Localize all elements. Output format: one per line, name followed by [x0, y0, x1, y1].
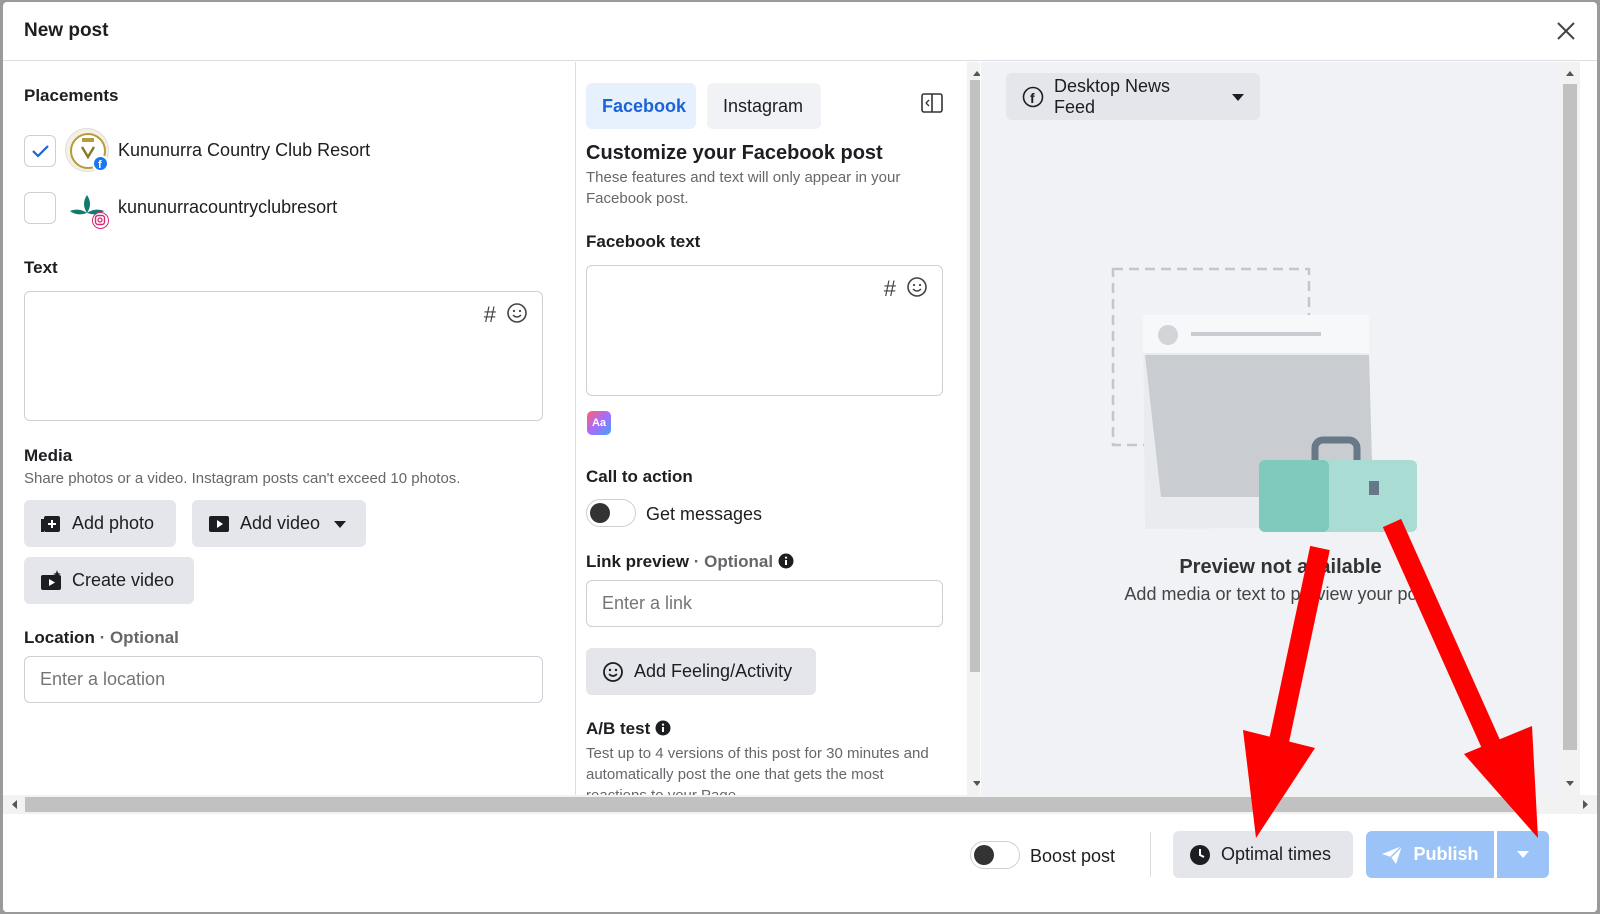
split-view-icon[interactable] [921, 93, 943, 118]
facebook-text-area[interactable]: # [586, 265, 943, 396]
placements-title: Placements [24, 86, 119, 105]
placement-facebook-checkbox[interactable] [24, 135, 56, 167]
footer-divider [1150, 832, 1151, 877]
ab-test-label: A/B test [586, 719, 651, 738]
customize-title: Customize your Facebook post [586, 142, 883, 164]
tab-instagram[interactable]: Instagram [707, 83, 821, 129]
boost-post-toggle[interactable] [970, 841, 1020, 869]
post-text-area[interactable]: # [24, 291, 543, 421]
publish-options-dropdown[interactable] [1497, 831, 1549, 878]
facebook-text-title: Facebook text [586, 232, 701, 251]
boost-post-label: Boost post [1030, 846, 1116, 866]
customize-description: These features and text will only appear… [586, 169, 901, 207]
caret-down-icon [1517, 846, 1529, 864]
add-video-button[interactable]: Add video [192, 500, 366, 547]
caret-down-icon [1232, 86, 1244, 107]
add-video-icon [208, 513, 230, 535]
dialog-header: New post [3, 2, 1597, 61]
add-feeling-button[interactable]: Add Feeling/Activity [586, 648, 816, 695]
link-preview-label: Link preview [586, 552, 689, 571]
svg-text:f: f [98, 159, 102, 170]
optimal-times-button[interactable]: Optimal times [1173, 831, 1353, 878]
instagram-badge-icon [92, 212, 109, 229]
hashtag-icon[interactable]: # [884, 276, 896, 304]
location-optional: · Optional [99, 628, 179, 647]
tab-facebook[interactable]: Facebook [586, 83, 696, 129]
send-icon [1381, 844, 1404, 865]
info-icon[interactable] [655, 720, 671, 741]
caret-down-icon [334, 513, 347, 534]
text-section-title: Text [24, 258, 58, 277]
new-post-dialog: New post Placements f Kununurra Country … [3, 2, 1597, 912]
clock-icon [1189, 844, 1211, 866]
emoji-icon[interactable] [906, 276, 928, 304]
optimal-times-label: Optimal times [1221, 844, 1332, 864]
media-section-title: Media [24, 446, 73, 465]
feeling-icon [602, 661, 624, 683]
link-input[interactable] [586, 580, 943, 627]
link-preview-optional: · Optional [693, 552, 774, 571]
create-video-icon [40, 569, 62, 592]
placement-label-instagram: kununurracountryclubresort [118, 197, 338, 217]
placement-preview-dropdown[interactable]: f Desktop News Feed [1006, 73, 1260, 120]
compose-column: Placements f Kununurra Country Club Reso… [3, 62, 576, 795]
ab-test-title: A/B test [586, 719, 671, 741]
preview-unavailable-title: Preview not available [1179, 556, 1382, 578]
preview-panel: f Desktop News Feed Preview not availabl [981, 62, 1580, 795]
get-messages-toggle[interactable] [586, 499, 636, 527]
publish-button[interactable]: Publish [1366, 831, 1494, 878]
location-title-label: Location [24, 628, 95, 647]
link-preview-title: Link preview · Optional [586, 552, 794, 574]
add-photo-label: Add photo [72, 513, 155, 533]
get-messages-label: Get messages [646, 504, 763, 524]
facebook-icon: f [1022, 86, 1044, 108]
add-feeling-label: Add Feeling/Activity [634, 661, 793, 681]
facebook-badge-icon: f [92, 155, 109, 172]
add-photo-icon [40, 513, 62, 535]
text-format-icon[interactable]: Aa [587, 411, 611, 435]
customize-column: Facebook Instagram Customize your Facebo… [577, 62, 980, 795]
horizontal-scrollbar[interactable] [3, 795, 1597, 814]
preview-illustration [1111, 267, 1421, 542]
preview-unavailable-subtitle: Add media or text to preview your post. [1124, 584, 1437, 604]
add-photo-button[interactable]: Add photo [24, 500, 176, 547]
placement-label-facebook: Kununurra Country Club Resort [118, 140, 371, 160]
middle-scrollbar[interactable] [967, 62, 980, 795]
dialog-title: New post [24, 20, 109, 41]
dialog-footer: Boost post Optimal times Publish [3, 814, 1597, 912]
placement-preview-label: Desktop News Feed [1054, 75, 1171, 117]
add-video-label: Add video [240, 513, 321, 533]
info-icon[interactable] [778, 553, 794, 574]
media-hint: Share photos or a video. Instagram posts… [24, 470, 461, 487]
ab-test-description: Test up to 4 versions of this post for 3… [586, 745, 929, 795]
emoji-icon[interactable] [506, 302, 528, 330]
cta-title: Call to action [586, 467, 693, 486]
placement-instagram-checkbox[interactable] [24, 192, 56, 224]
create-video-label: Create video [72, 570, 175, 590]
svg-text:f: f [1030, 90, 1035, 106]
publish-label: Publish [1413, 844, 1479, 864]
hashtag-icon[interactable]: # [484, 302, 496, 330]
location-title: Location · Optional [24, 628, 179, 648]
create-video-button[interactable]: Create video [24, 557, 194, 604]
location-input[interactable] [24, 656, 543, 703]
close-icon[interactable] [1551, 16, 1581, 46]
preview-scrollbar[interactable] [1560, 62, 1580, 795]
